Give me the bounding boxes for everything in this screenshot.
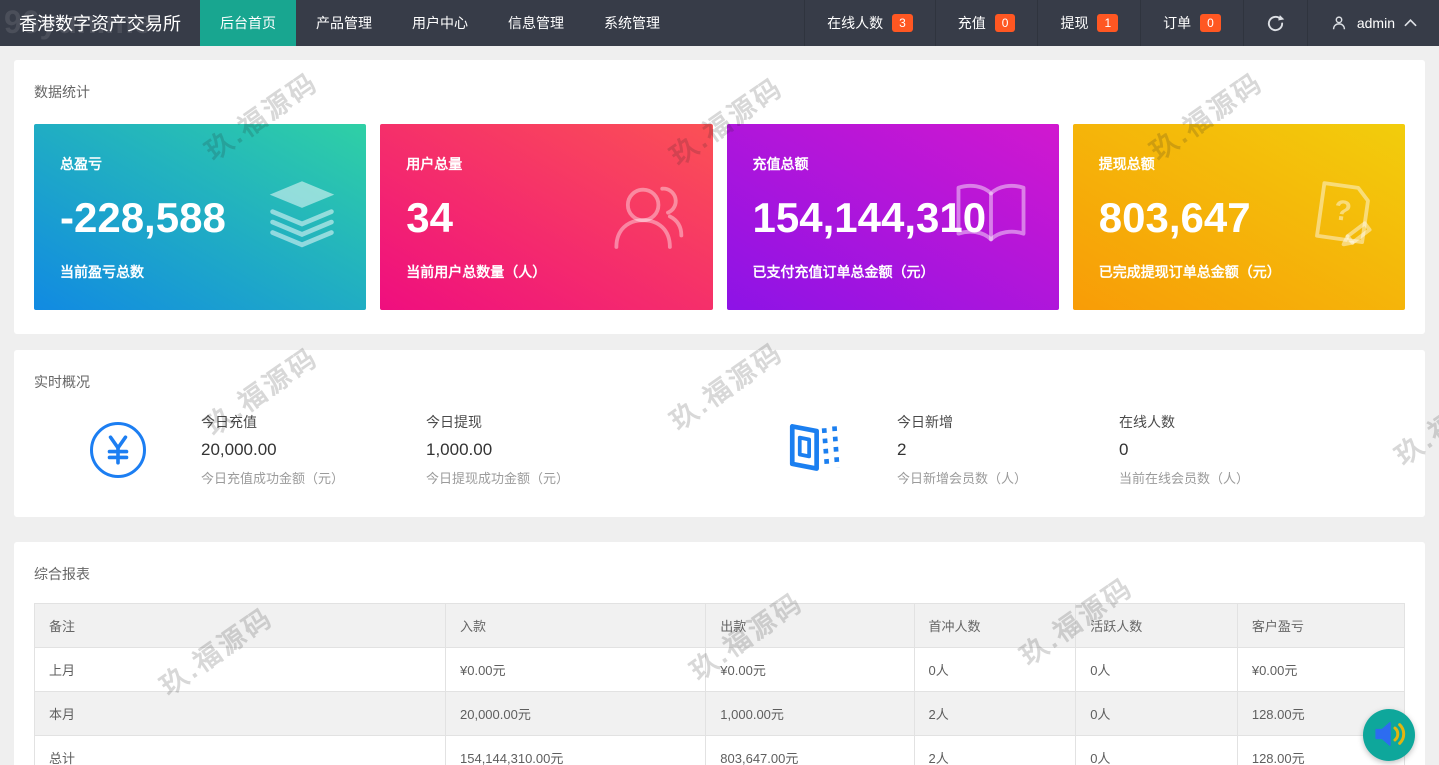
table-header-row: 备注 入款 出款 首冲人数 活跃人数 客户盈亏 <box>34 603 1406 648</box>
col-header-inflow: 入款 <box>444 603 707 648</box>
users-icon <box>603 176 689 259</box>
col-header-customer-pnl: 客户盈亏 <box>1236 603 1406 648</box>
table-row: 本月 20,000.00元 1,000.00元 2人 0人 128.00元 <box>34 691 1406 736</box>
withdraw-count-badge: 1 <box>1097 14 1119 32</box>
cell: 20,000.00元 <box>444 691 707 736</box>
cell: 0人 <box>1075 735 1238 765</box>
cell: 0人 <box>913 647 1077 692</box>
cell: ¥0.00元 <box>705 647 915 692</box>
online-count-badge: 3 <box>892 14 913 32</box>
cell: 2人 <box>913 691 1077 736</box>
counter-online[interactable]: 在线人数 3 <box>804 0 935 46</box>
counter-recharge[interactable]: 充值 0 <box>934 0 1038 46</box>
cell: 0人 <box>1075 647 1238 692</box>
top-nav: 96yun.me 香港数字资产交易所 后台首页 产品管理 用户中心 信息管理 系… <box>0 0 1439 46</box>
realtime-panel: 实时概况 今日充值 20,000.00 今日充值成功金额（元） 今日提现 1,0… <box>14 350 1425 517</box>
user-menu[interactable]: admin <box>1306 0 1439 46</box>
report-panel-title: 综合报表 <box>34 566 90 582</box>
svg-text:?: ? <box>1332 194 1354 228</box>
table-row: 上月 ¥0.00元 ¥0.00元 0人 0人 ¥0.00元 <box>34 647 1406 692</box>
brand: 96yun.me 香港数字资产交易所 <box>0 0 200 46</box>
stat-desc: 已支付充值订单总金额（元） <box>752 264 935 280</box>
brand-title: 香港数字资产交易所 <box>19 14 181 34</box>
main-content: 数据统计 总盈亏 -228,588 当前盈亏总数 用户总量 34 当前用户总数量… <box>0 60 1439 765</box>
cell: ¥0.00元 <box>1236 647 1406 692</box>
col-header-active-users: 活跃人数 <box>1075 603 1238 648</box>
user-name: admin <box>1356 15 1395 31</box>
stat-label: 总盈亏 <box>60 156 102 172</box>
building-icon <box>781 417 841 482</box>
refresh-button[interactable] <box>1242 0 1307 46</box>
metric-today-recharge: 今日充值 20,000.00 今日充值成功金额（元） <box>201 414 345 486</box>
order-count-badge: 0 <box>1200 14 1221 32</box>
report-table: 备注 入款 出款 首冲人数 活跃人数 客户盈亏 上月 ¥0.00元 ¥0.00元… <box>34 603 1406 765</box>
cell: 154,144,310.00元 <box>444 735 707 765</box>
metric-new-members: 今日新增 2 今日新增会员数（人） <box>897 414 1028 486</box>
metric-online-members: 在线人数 0 当前在线会员数（人） <box>1119 414 1250 486</box>
cell: 2人 <box>913 735 1077 765</box>
col-header-first-deposit: 首冲人数 <box>913 603 1077 648</box>
cell: 0人 <box>1075 691 1238 736</box>
refresh-icon <box>1266 14 1285 33</box>
nav-right: 在线人数 3 充值 0 提现 1 订单 0 admin <box>804 0 1439 46</box>
menu-item-info[interactable]: 信息管理 <box>488 0 584 46</box>
stat-cards: 总盈亏 -228,588 当前盈亏总数 用户总量 34 当前用户总数量（人） 充… <box>34 124 1405 310</box>
stats-panel: 数据统计 总盈亏 -228,588 当前盈亏总数 用户总量 34 当前用户总数量… <box>14 60 1425 334</box>
stat-desc: 当前用户总数量（人） <box>406 264 547 280</box>
user-icon <box>1330 14 1348 32</box>
menu-item-system[interactable]: 系统管理 <box>584 0 680 46</box>
menu-item-dashboard[interactable]: 后台首页 <box>200 0 296 46</box>
sound-float-button[interactable] <box>1363 709 1415 761</box>
cell: ¥0.00元 <box>444 647 707 692</box>
cell: 803,647.00元 <box>705 735 915 765</box>
stat-desc: 已完成提现订单总金额（元） <box>1098 264 1281 280</box>
cell: 1,000.00元 <box>705 691 915 736</box>
counter-orders[interactable]: 订单 0 <box>1140 0 1243 46</box>
recharge-count-badge: 0 <box>994 14 1016 32</box>
chevron-up-icon <box>1404 19 1417 27</box>
stat-label: 充值总额 <box>752 156 809 172</box>
stats-panel-title: 数据统计 <box>34 84 90 100</box>
stat-card-total-recharge: 充值总额 154,144,310 已支付充值订单总金额（元） <box>726 124 1059 310</box>
report-panel: 综合报表 备注 入款 出款 首冲人数 活跃人数 客户盈亏 上月 ¥0.00元 ¥… <box>14 542 1425 765</box>
note-question-icon: ? <box>1305 174 1381 261</box>
stat-card-total-pnl: 总盈亏 -228,588 当前盈亏总数 <box>34 124 367 310</box>
menu-item-products[interactable]: 产品管理 <box>296 0 392 46</box>
realtime-row: 今日充值 20,000.00 今日充值成功金额（元） 今日提现 1,000.00… <box>34 412 1405 487</box>
cell: 上月 <box>34 647 446 692</box>
book-icon <box>947 180 1035 255</box>
cell: 本月 <box>34 691 446 736</box>
col-header-outflow: 出款 <box>705 603 915 648</box>
metric-today-withdraw: 今日提现 1,000.00 今日提现成功金额（元） <box>426 414 570 486</box>
counter-withdraw[interactable]: 提现 1 <box>1037 0 1140 46</box>
layers-icon <box>262 178 342 257</box>
realtime-panel-title: 实时概况 <box>34 374 90 390</box>
stat-card-total-withdraw: 提现总额 803,647 已完成提现订单总金额（元） ? <box>1072 124 1405 310</box>
cell: 总计 <box>34 735 446 765</box>
speaker-icon <box>1370 717 1408 754</box>
yuan-circle-icon <box>90 421 146 478</box>
menu-item-users[interactable]: 用户中心 <box>392 0 488 46</box>
stat-label: 提现总额 <box>1098 156 1155 172</box>
col-header-remark: 备注 <box>34 603 446 648</box>
main-menu: 后台首页 产品管理 用户中心 信息管理 系统管理 <box>200 0 680 46</box>
stat-desc: 当前盈亏总数 <box>60 264 144 280</box>
table-row: 总计 154,144,310.00元 803,647.00元 2人 0人 128… <box>34 735 1406 765</box>
stat-card-total-users: 用户总量 34 当前用户总数量（人） <box>380 124 713 310</box>
stat-label: 用户总量 <box>406 156 463 172</box>
